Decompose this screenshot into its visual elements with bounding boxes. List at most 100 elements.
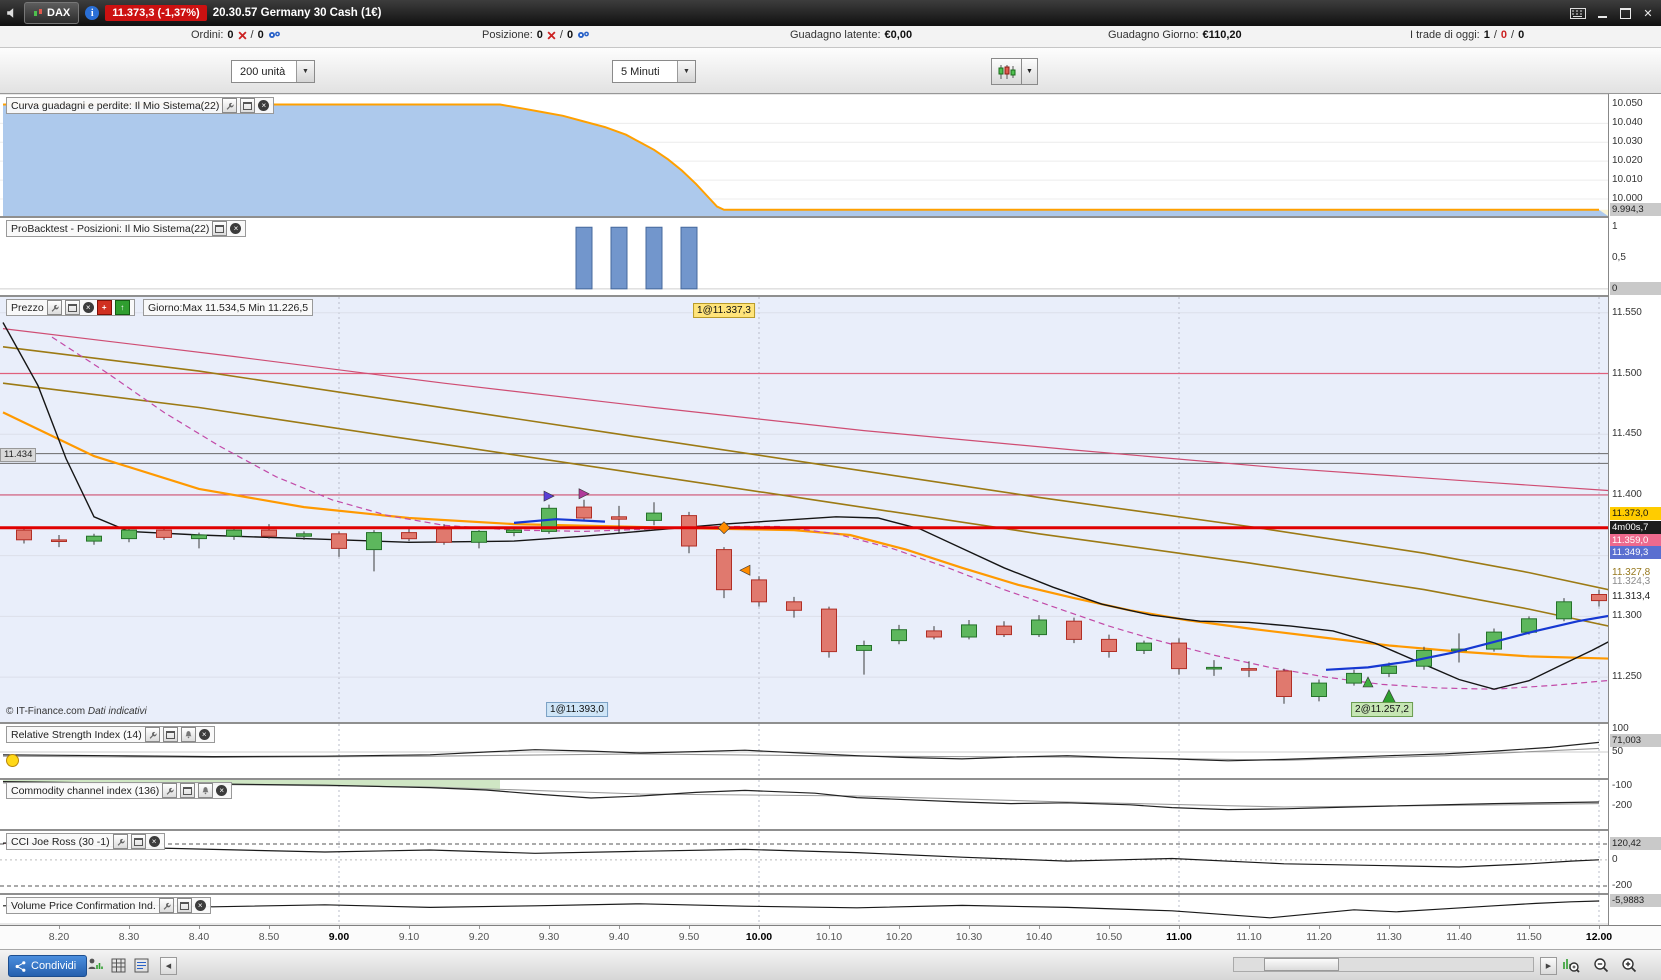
scale-label: 10.020 xyxy=(1612,155,1643,167)
close-icon[interactable]: × xyxy=(148,836,160,847)
buy-order-icon[interactable]: ↑ xyxy=(114,300,130,315)
wrench-icon[interactable] xyxy=(162,783,178,798)
wrench-icon[interactable] xyxy=(144,727,160,742)
candle-up xyxy=(1556,601,1572,620)
candle-down xyxy=(996,625,1012,636)
wrench-icon[interactable] xyxy=(46,300,62,315)
scroll-left-button[interactable]: ◀ xyxy=(160,957,177,975)
panel-divider[interactable] xyxy=(0,216,1661,218)
joeross-chart[interactable] xyxy=(0,831,1608,893)
scale-label: 11.450 xyxy=(1612,428,1642,440)
price-chart[interactable] xyxy=(0,297,1608,722)
ma-orange xyxy=(2,411,1608,660)
panel-divider[interactable] xyxy=(0,893,1661,895)
close-icon[interactable]: × xyxy=(230,223,242,234)
x-axis-label: 9.10 xyxy=(398,931,420,943)
position-bar xyxy=(680,226,698,290)
candle-up xyxy=(1136,642,1152,651)
zoom-in-icon[interactable] xyxy=(1618,954,1640,976)
panel-title: Relative Strength Index (14) xyxy=(11,728,142,741)
panel-title: ProBacktest - Posizioni: Il Mio Sistema(… xyxy=(11,222,210,235)
panel-header-positions: ProBacktest - Posizioni: Il Mio Sistema(… xyxy=(6,220,247,237)
horizontal-scrollbar[interactable] xyxy=(1233,957,1534,972)
ma-pink xyxy=(2,328,1608,492)
share-button[interactable]: Condividi xyxy=(8,955,88,977)
candle-down xyxy=(1101,638,1117,652)
candle-down xyxy=(821,608,837,653)
panel-divider[interactable] xyxy=(0,295,1661,297)
candle-up xyxy=(1346,672,1362,684)
scroll-right-button[interactable]: ▶ xyxy=(1540,957,1557,975)
price-tag: 4m00s,7 xyxy=(1610,520,1661,534)
candle-down xyxy=(1171,642,1187,670)
rsi-signal xyxy=(2,747,1600,761)
candle-up xyxy=(86,535,102,542)
tri-right-marker xyxy=(578,488,590,500)
x-axis-label: 8.20 xyxy=(48,931,70,943)
scale-label: 100 xyxy=(1612,723,1629,735)
wrench-icon[interactable] xyxy=(112,834,128,849)
candle-down xyxy=(1066,620,1082,640)
scale-label: 11.250 xyxy=(1612,671,1642,683)
rsi-chart[interactable] xyxy=(0,724,1608,778)
alert-icon[interactable] xyxy=(6,754,19,767)
candle-down xyxy=(681,515,697,547)
scale-label: 50 xyxy=(1612,746,1624,758)
x-axis-label: 9.00 xyxy=(328,931,350,943)
panel-window-icon[interactable] xyxy=(130,834,146,849)
panel-window-icon[interactable] xyxy=(212,221,228,236)
day-range-box: Giorno:Max 11.534,5 Min 11.226,5 xyxy=(143,299,314,316)
ma-olive-2 xyxy=(2,382,1608,627)
x-axis-label: 11.50 xyxy=(1516,931,1542,943)
panel-window-icon[interactable] xyxy=(180,783,196,798)
scale-label: 1 xyxy=(1612,221,1618,233)
close-icon[interactable]: × xyxy=(198,729,210,740)
close-icon[interactable]: × xyxy=(194,900,206,911)
candle-down xyxy=(576,506,592,519)
candle-down xyxy=(51,539,67,542)
trade-annotation: 2@11.257,2 xyxy=(1351,702,1413,717)
trade-annotation: 1@11.393,0 xyxy=(546,702,608,717)
price-tag: 11.349,3 xyxy=(1610,546,1661,560)
panel-header-price: Prezzo × + ↑ xyxy=(6,299,135,316)
zoom-out-icon[interactable] xyxy=(1590,954,1612,976)
x-axis-label: 10.50 xyxy=(1095,931,1123,943)
close-icon[interactable]: × xyxy=(216,785,228,796)
alarm-bell-icon[interactable] xyxy=(198,783,214,798)
position-bar xyxy=(575,226,593,290)
tri-left-marker xyxy=(739,564,751,576)
candle-up xyxy=(226,529,242,537)
panel-window-icon[interactable] xyxy=(176,898,192,913)
price-tag: 120,42 xyxy=(1610,837,1661,851)
panel-divider[interactable] xyxy=(0,829,1661,831)
candle-down xyxy=(261,529,277,537)
panel-window-icon[interactable] xyxy=(64,300,80,315)
x-axis-label: 10.30 xyxy=(955,931,983,943)
panel-title: CCI Joe Ross (30 -1) xyxy=(11,835,110,848)
panel-header-cci: Commodity channel index (136) × xyxy=(6,782,233,799)
panel-window-icon[interactable] xyxy=(240,98,256,113)
candle-down xyxy=(16,529,32,541)
sell-order-icon[interactable]: + xyxy=(96,300,112,315)
panel-divider[interactable] xyxy=(0,778,1661,780)
alarm-bell-icon[interactable] xyxy=(180,727,196,742)
vpci-chart[interactable] xyxy=(0,895,1608,923)
wrench-icon[interactable] xyxy=(158,898,174,913)
orders-grid-icon[interactable] xyxy=(107,954,129,976)
panel-window-icon[interactable] xyxy=(162,727,178,742)
panel-title: Commodity channel index (136) xyxy=(11,784,160,797)
position-bar xyxy=(645,226,663,290)
scrollbar-thumb[interactable] xyxy=(1264,958,1339,971)
close-icon[interactable]: × xyxy=(82,302,94,313)
close-icon[interactable]: × xyxy=(258,100,270,111)
wrench-icon[interactable] xyxy=(222,98,238,113)
candle-down xyxy=(751,579,767,603)
panel-divider[interactable] xyxy=(0,722,1661,724)
price-level-label: 11.324,3 xyxy=(1612,576,1651,588)
cci-signal xyxy=(2,782,1600,808)
trader-stats-icon[interactable] xyxy=(84,954,106,976)
order-list-icon[interactable] xyxy=(130,954,152,976)
panel-title: Volume Price Confirmation Ind. xyxy=(11,899,156,912)
cci-chart[interactable] xyxy=(0,780,1608,829)
zoom-selection-icon[interactable] xyxy=(1560,954,1582,976)
